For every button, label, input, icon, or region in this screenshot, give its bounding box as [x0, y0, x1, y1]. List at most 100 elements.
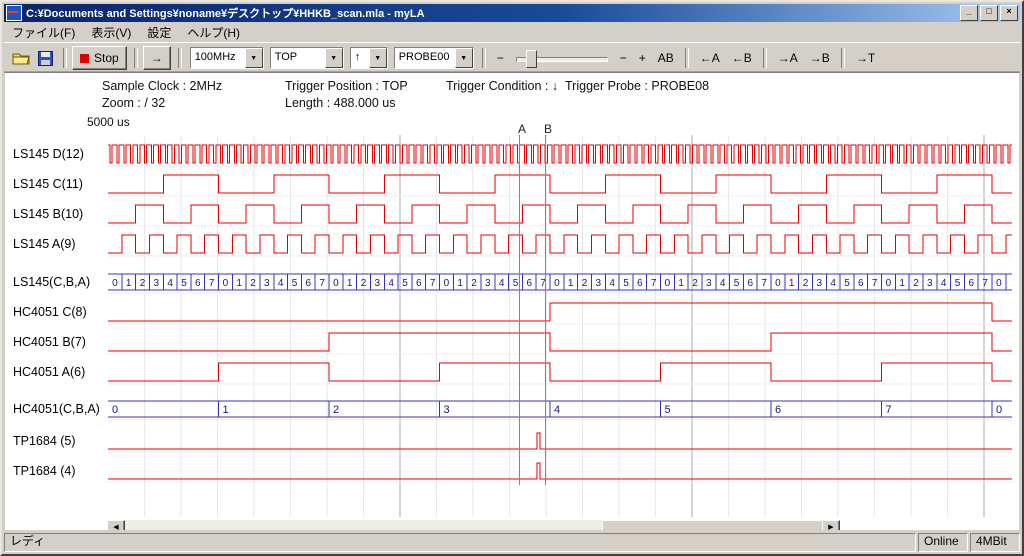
svg-text:1: 1 [789, 278, 795, 289]
svg-text:7: 7 [872, 278, 878, 289]
chevron-down-icon[interactable]: ▼ [369, 48, 387, 68]
trigger-probe-info: Trigger Probe : PROBE08 [565, 79, 709, 93]
toolbar-separator [63, 48, 67, 68]
svg-text:4: 4 [499, 278, 505, 289]
app-window: C:¥Documents and Settings¥noname¥デスクトップ¥… [0, 0, 1024, 556]
toolbar-separator [178, 48, 182, 68]
svg-text:6: 6 [306, 278, 312, 289]
channel-label: LS145(C,B,A) [13, 274, 90, 290]
zoom-in-button[interactable]: + [633, 47, 652, 69]
svg-text:4: 4 [941, 278, 947, 289]
svg-text:4: 4 [609, 278, 615, 289]
save-file-button[interactable] [34, 47, 56, 69]
svg-text:1: 1 [223, 404, 229, 416]
svg-text:6: 6 [775, 404, 781, 416]
svg-text:7: 7 [540, 278, 546, 289]
trigger-position-info: Trigger Position : TOP [285, 79, 408, 93]
waveform-canvas: 0123456701234567012345670123456701234567… [5, 73, 1023, 533]
svg-text:5: 5 [734, 278, 740, 289]
svg-text:6: 6 [637, 278, 643, 289]
channel-label: HC4051 C(8) [13, 304, 87, 320]
svg-text:1: 1 [347, 278, 353, 289]
menu-help[interactable]: ヘルプ(H) [179, 22, 248, 43]
svg-text:0: 0 [775, 278, 781, 289]
zoom-info: Zoom : / 32 [102, 96, 165, 110]
svg-text:2: 2 [692, 278, 698, 289]
chevron-down-icon[interactable]: ▼ [455, 48, 473, 68]
trigger-condition-info: Trigger Condition : ↓ [446, 79, 558, 93]
window-title: C:¥Documents and Settings¥noname¥デスクトップ¥… [26, 5, 958, 21]
svg-text:2: 2 [250, 278, 256, 289]
title-bar[interactable]: C:¥Documents and Settings¥noname¥デスクトップ¥… [4, 4, 1020, 22]
toolbar-separator [685, 48, 689, 68]
open-file-button[interactable] [10, 47, 32, 69]
goto-cursor-a-left-button[interactable]: ←A [694, 47, 726, 69]
toolbar-separator [763, 48, 767, 68]
channel-label: LS145 D(12) [13, 146, 84, 162]
channel-label: HC4051 B(7) [13, 334, 86, 350]
chevron-down-icon[interactable]: ▼ [325, 48, 343, 68]
zoom-slider[interactable] [516, 49, 608, 67]
minimize-button[interactable]: _ [960, 5, 978, 21]
run-button[interactable]: → [143, 46, 171, 70]
zoom-slider-thumb[interactable] [526, 50, 537, 68]
svg-text:6: 6 [195, 278, 201, 289]
chevron-down-icon[interactable]: ▼ [245, 48, 263, 68]
zoom-out-button[interactable]: − [614, 47, 633, 69]
goto-cursor-b-right-button[interactable]: →B [804, 47, 836, 69]
goto-cursor-a-right-button[interactable]: →A [772, 47, 804, 69]
svg-text:1: 1 [457, 278, 463, 289]
menu-settings[interactable]: 設定 [139, 22, 179, 43]
channel-label: LS145 B(10) [13, 206, 83, 222]
svg-text:0: 0 [886, 278, 892, 289]
channel-label: TP1684 (4) [13, 463, 76, 479]
toolbar: Stop → 100MHz ▼ TOP ▼ ↑ ▼ PROBE00 ▼ − − … [4, 42, 1020, 73]
svg-text:0: 0 [665, 278, 671, 289]
channel-label: TP1684 (5) [13, 433, 76, 449]
maximize-button[interactable]: □ [980, 5, 998, 21]
svg-text:7: 7 [651, 278, 657, 289]
menu-file[interactable]: ファイル(F) [4, 22, 83, 43]
close-button[interactable]: × [1000, 5, 1018, 21]
svg-text:1: 1 [236, 278, 242, 289]
svg-text:6: 6 [416, 278, 422, 289]
svg-text:2: 2 [803, 278, 809, 289]
status-message: レディ [4, 533, 916, 552]
svg-text:6: 6 [969, 278, 975, 289]
status-online: Online [918, 533, 968, 552]
channel-label: HC4051(C,B,A) [13, 401, 100, 417]
trigger-position-select[interactable]: TOP ▼ [270, 47, 344, 69]
svg-text:2: 2 [913, 278, 919, 289]
svg-text:2: 2 [140, 278, 146, 289]
zoom-ab-button[interactable]: AB [652, 47, 680, 69]
svg-text:7: 7 [886, 404, 892, 416]
svg-text:5: 5 [292, 278, 298, 289]
length-info: Length : 488.000 us [285, 96, 396, 110]
svg-text:4: 4 [720, 278, 726, 289]
svg-text:5: 5 [844, 278, 850, 289]
svg-text:4: 4 [388, 278, 394, 289]
menu-view[interactable]: 表示(V) [83, 22, 139, 43]
channel-label: LS145 A(9) [13, 236, 76, 252]
svg-text:6: 6 [748, 278, 754, 289]
trigger-edge-select[interactable]: ↑ ▼ [350, 47, 388, 69]
zoom-dash-label: − [491, 47, 510, 69]
stop-button[interactable]: Stop [72, 46, 127, 70]
svg-text:0: 0 [996, 404, 1002, 416]
trigger-probe-select[interactable]: PROBE00 ▼ [394, 47, 474, 69]
svg-text:7: 7 [319, 278, 325, 289]
cursor-a-label[interactable]: A [518, 122, 526, 136]
svg-text:4: 4 [167, 278, 173, 289]
cursor-b-label[interactable]: B [544, 122, 552, 136]
channel-label: HC4051 A(6) [13, 364, 85, 380]
goto-cursor-b-left-button[interactable]: ←B [726, 47, 758, 69]
sample-clock-select[interactable]: 100MHz ▼ [190, 47, 264, 69]
channel-label: LS145 C(11) [13, 176, 83, 192]
svg-text:3: 3 [444, 404, 450, 416]
goto-trigger-button[interactable]: →T [850, 47, 881, 69]
svg-text:0: 0 [554, 278, 560, 289]
svg-text:2: 2 [361, 278, 367, 289]
svg-text:3: 3 [375, 278, 381, 289]
svg-text:3: 3 [154, 278, 160, 289]
svg-text:3: 3 [927, 278, 933, 289]
